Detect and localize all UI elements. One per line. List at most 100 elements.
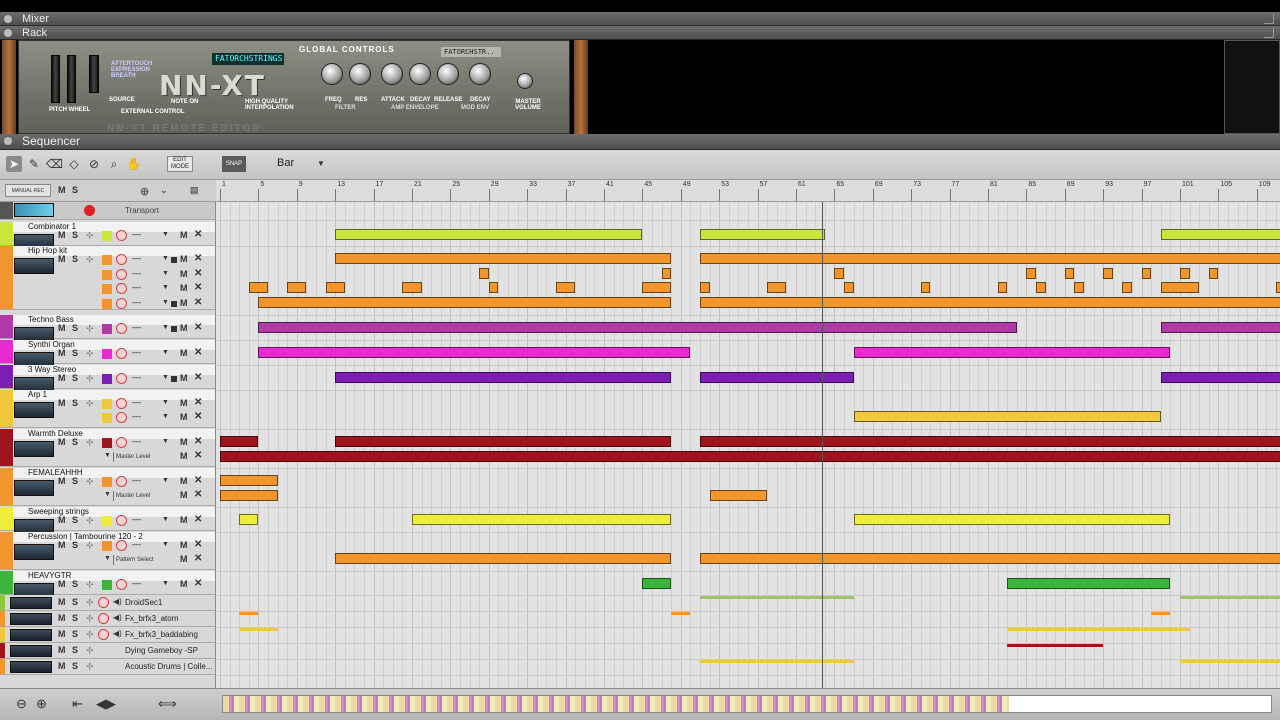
track-arp[interactable]: Arp 1 M S ⊹ — ▼ M ✕ — ▼ M ✕ [0, 390, 215, 428]
rec-button[interactable] [98, 629, 109, 640]
track-gameboy[interactable]: M S ⊹ Dying Gameboy -SP [0, 643, 215, 659]
select-tool-icon[interactable]: ➤ [6, 156, 22, 172]
track-three-way[interactable]: 3 Way Stereo M S ⊹ — ▼ M ✕ [0, 365, 215, 393]
track-name[interactable]: Dying Gameboy -SP [125, 646, 198, 655]
zoom-out-icon[interactable]: ⊖ [16, 696, 27, 712]
clip[interactable] [258, 322, 1017, 333]
decay-knob[interactable] [409, 63, 431, 85]
lane-mute-button[interactable]: M [180, 437, 188, 447]
chevron-down-icon[interactable]: ▼ [162, 270, 169, 277]
track-solo-button[interactable]: S [72, 348, 78, 358]
lane-rec-button[interactable] [116, 476, 127, 487]
device-icon[interactable] [14, 480, 54, 496]
lane-rec-button[interactable] [116, 269, 127, 280]
lane-rec-button[interactable] [116, 254, 127, 265]
track-solo-button[interactable]: S [72, 323, 78, 333]
lane-rec-button[interactable] [116, 579, 127, 590]
track-solo-button[interactable]: S [72, 230, 78, 240]
note-lane[interactable]: M S ⊹ — ▼ M ✕ [56, 253, 215, 267]
chevron-down-icon[interactable]: ▼ [162, 349, 169, 356]
chevron-down-icon[interactable]: ▼ [162, 324, 169, 331]
ext-control-slider[interactable] [89, 55, 99, 93]
lane-tools-icon[interactable]: ⊹ [86, 645, 94, 656]
lane-tools-icon[interactable]: ⊹ [86, 629, 94, 640]
lane-mute-button[interactable]: M [180, 348, 188, 358]
track-mute-button[interactable]: M [58, 398, 66, 408]
lane-tools-icon[interactable]: ⊹ [86, 579, 94, 590]
clip[interactable] [220, 451, 1280, 462]
lane-delete-button[interactable]: ✕ [194, 578, 202, 589]
lane-mute-button[interactable]: M [180, 398, 188, 408]
snap-button[interactable]: SNAP [222, 156, 246, 172]
lane-tools-icon[interactable]: ⊹ [86, 437, 94, 448]
track-mute-button[interactable]: M [58, 661, 66, 671]
patch-display[interactable]: FATORCHSTRINGS [212, 53, 284, 65]
clip[interactable] [335, 372, 672, 383]
chevron-down-icon[interactable]: ▼ [104, 555, 111, 562]
clip[interactable] [853, 411, 1161, 422]
lane-tools-icon[interactable]: ⊹ [86, 661, 94, 672]
track-solo-button[interactable]: S [72, 629, 78, 639]
lane-delete-button[interactable]: ✕ [194, 372, 202, 383]
track-solo-button[interactable]: S [72, 476, 78, 486]
rec-button[interactable] [98, 597, 109, 608]
rack-panel-bar[interactable]: Rack [0, 26, 1280, 40]
chevron-down-icon[interactable]: ▼ [162, 541, 169, 548]
lane-delete-button[interactable]: ✕ [194, 539, 202, 550]
track-solo-button[interactable]: S [72, 645, 78, 655]
chevron-down-icon[interactable]: ▼ [104, 491, 111, 498]
device-icon[interactable] [10, 629, 52, 641]
clip[interactable] [1103, 268, 1113, 279]
audio-clip[interactable] [1151, 612, 1171, 615]
lane-tools-icon[interactable]: ⊹ [86, 515, 94, 526]
track-mute-button[interactable]: M [58, 373, 66, 383]
track-fx-atom[interactable]: M S ⊹ ◀) Fx_brfx3_atom [0, 611, 215, 627]
clip[interactable] [844, 282, 854, 293]
clip[interactable] [1160, 322, 1280, 333]
audio-clip[interactable] [671, 612, 691, 615]
manual-rec-button[interactable]: MANUAL REC [5, 184, 51, 197]
track-mute-button[interactable]: M [58, 230, 66, 240]
mute-tool-icon[interactable]: ⊘ [86, 156, 102, 172]
clip[interactable] [220, 490, 278, 501]
hand-tool-icon[interactable]: ✋ [126, 156, 142, 172]
master-volume-knob[interactable] [517, 73, 533, 89]
track-name[interactable]: DroidSec1 [125, 598, 162, 607]
chevron-down-icon[interactable]: ▼ [162, 399, 169, 406]
clip[interactable] [642, 578, 672, 589]
track-mute-button[interactable]: M [58, 629, 66, 639]
audio-clip[interactable] [1007, 644, 1104, 647]
lane-delete-button[interactable]: ✕ [194, 436, 202, 447]
chevron-down-icon[interactable]: ▼ [104, 452, 111, 459]
lane-mute-button[interactable]: M [180, 579, 188, 589]
note-lane[interactable]: M S ⊹ — ▼ M ✕ [56, 475, 215, 489]
track-name[interactable]: Fx_brfx3_baddabing [125, 630, 198, 639]
track-solo-button[interactable]: S [72, 373, 78, 383]
lane-mute-button[interactable]: M [180, 230, 188, 240]
lane-tools-icon[interactable]: ⊹ [86, 230, 94, 241]
track-female[interactable]: FEMALEAHHH M S ⊹ — ▼ M ✕ ▼ Master Level M ✕ [0, 468, 215, 506]
track-percussion[interactable]: Percussion | Tambourine 120 - 2 M S ⊹ — ▼ M ✕ ▼ P… [0, 532, 215, 570]
clip[interactable] [1122, 282, 1132, 293]
lane-mute-button[interactable]: M [180, 490, 188, 500]
clip[interactable] [700, 253, 1280, 264]
clip[interactable] [1160, 372, 1280, 383]
clip[interactable] [1141, 268, 1152, 279]
track-combinator[interactable]: Combinator 1 M S ⊹ — ▼ M ✕ [0, 222, 215, 250]
lane-rec-button[interactable] [116, 373, 127, 384]
track-synth-organ[interactable]: Synthi Organ M S ⊹ — ▼ M ✕ [0, 340, 215, 368]
track-name[interactable]: Arp 1 [28, 390, 47, 400]
lane-delete-button[interactable]: ✕ [194, 450, 202, 461]
note-lane[interactable]: M S ⊹ — ▼ M ✕ [56, 229, 215, 243]
track-mute-button[interactable]: M [58, 597, 66, 607]
clip[interactable] [700, 297, 1280, 308]
freq-knob[interactable] [321, 63, 343, 85]
mixer-panel-bar[interactable]: Mixer [0, 12, 1280, 26]
audio-clip[interactable] [1007, 628, 1190, 631]
pencil-tool-icon[interactable]: ✎ [26, 156, 42, 172]
clip[interactable] [700, 282, 710, 293]
clip[interactable] [556, 282, 576, 293]
clip[interactable] [997, 282, 1008, 293]
lane-delete-button[interactable]: ✕ [194, 475, 202, 486]
audio-clip[interactable] [700, 660, 854, 663]
